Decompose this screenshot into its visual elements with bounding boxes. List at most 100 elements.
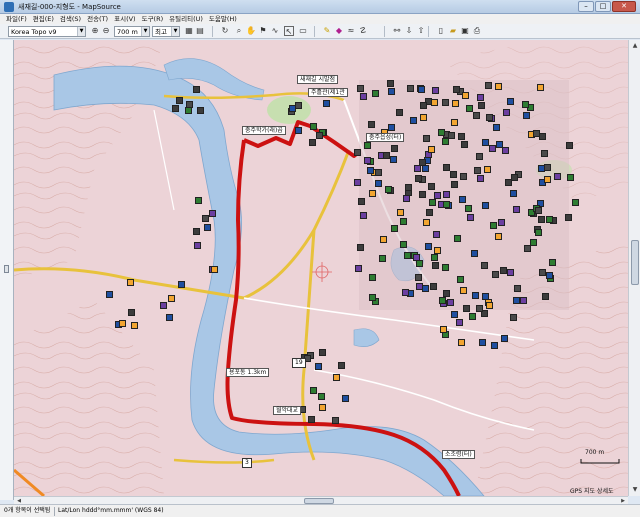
poi-icon[interactable] — [406, 85, 414, 93]
map-label-river[interactable]: 충주학가(래)곱 — [242, 126, 286, 135]
poi-icon[interactable] — [513, 206, 521, 214]
poi-icon[interactable] — [481, 262, 489, 270]
poi-icon[interactable] — [442, 290, 450, 298]
poi-icon[interactable] — [492, 270, 500, 278]
poi-icon[interactable] — [318, 404, 326, 412]
poi-icon[interactable] — [470, 249, 478, 257]
menu-search[interactable]: 검색(S) — [60, 14, 81, 24]
poi-icon[interactable] — [536, 84, 544, 92]
gps-detail-link[interactable]: GPS 지도 상세도 — [570, 486, 614, 495]
poi-icon[interactable] — [379, 254, 387, 262]
poi-icon[interactable] — [369, 189, 377, 197]
poi-icon[interactable] — [491, 342, 499, 350]
poi-icon[interactable] — [467, 214, 475, 222]
poi-icon[interactable] — [461, 141, 469, 149]
map-canvas[interactable]: 새재길 시발점 주흘관(제1관 충주학가(래)곱 충주읍성(터) 용포동 1.3… — [14, 40, 628, 496]
poi-icon[interactable] — [341, 395, 349, 403]
poi-icon[interactable] — [478, 338, 486, 346]
poi-icon[interactable] — [538, 216, 546, 224]
poi-icon[interactable] — [369, 294, 377, 301]
poi-icon[interactable] — [434, 192, 442, 200]
poi-icon[interactable] — [386, 80, 394, 88]
poi-icon[interactable] — [501, 147, 509, 155]
poi-icon[interactable] — [457, 338, 465, 346]
poi-icon[interactable] — [494, 83, 502, 91]
poi-icon[interactable] — [465, 204, 473, 212]
map-label-distance[interactable]: 용포동 1.3km — [226, 368, 270, 377]
poi-icon[interactable] — [510, 314, 518, 322]
vertical-scrollbar[interactable]: ▲ ▼ — [628, 40, 640, 496]
poi-icon[interactable] — [208, 209, 216, 217]
poi-icon[interactable] — [310, 123, 318, 131]
poi-icon[interactable] — [473, 166, 481, 174]
poi-icon[interactable] — [367, 120, 375, 128]
poi-icon[interactable] — [372, 90, 380, 98]
poi-icon[interactable] — [477, 93, 485, 101]
poi-icon[interactable] — [571, 198, 579, 206]
poi-icon[interactable] — [495, 232, 503, 240]
poi-icon[interactable] — [437, 129, 445, 137]
poi-icon[interactable] — [442, 98, 450, 106]
poi-icon[interactable] — [417, 86, 425, 94]
poi-icon[interactable] — [193, 242, 201, 250]
poi-icon[interactable] — [383, 152, 391, 160]
poi-icon[interactable] — [499, 267, 507, 275]
poi-icon[interactable] — [358, 198, 366, 206]
poi-icon[interactable] — [422, 134, 430, 142]
poi-icon[interactable] — [537, 165, 545, 173]
map-label-kiosk[interactable]: 주흘관(제1관 — [308, 88, 348, 97]
poi-icon[interactable] — [462, 91, 470, 99]
poi-icon[interactable] — [387, 124, 395, 132]
poi-icon[interactable] — [430, 253, 438, 261]
poi-icon[interactable] — [453, 234, 461, 242]
poi-icon[interactable] — [404, 251, 412, 259]
poi-icon[interactable] — [337, 362, 345, 370]
menu-view[interactable]: 표시(V) — [114, 14, 135, 24]
poi-icon[interactable] — [441, 138, 449, 146]
measure-icon[interactable]: ▭ — [298, 26, 308, 36]
highlighter-icon[interactable]: ✎ — [322, 26, 332, 36]
map-product-select[interactable]: Korea Topo v9 ▼ — [8, 26, 86, 37]
poi-icon[interactable] — [511, 174, 519, 182]
poi-icon[interactable] — [432, 87, 439, 95]
poi-icon[interactable] — [354, 179, 361, 187]
poi-icon[interactable] — [428, 145, 436, 153]
poi-icon[interactable] — [451, 180, 459, 188]
poi-icon[interactable] — [425, 242, 433, 250]
poi-icon[interactable] — [477, 174, 485, 182]
poi-icon[interactable] — [422, 165, 430, 173]
poi-icon[interactable] — [404, 184, 412, 192]
vertical-scroll-thumb[interactable] — [631, 240, 639, 285]
poi-icon[interactable] — [399, 218, 407, 226]
menu-edit[interactable]: 편집(E) — [33, 14, 54, 24]
poi-icon[interactable] — [476, 304, 484, 312]
poi-icon[interactable] — [441, 264, 449, 272]
detail-level-select[interactable]: 최고 ▼ — [152, 26, 180, 37]
poi-icon[interactable] — [459, 172, 467, 180]
poi-icon[interactable] — [356, 244, 364, 252]
poi-icon[interactable] — [452, 86, 460, 94]
poi-icon[interactable] — [380, 235, 388, 243]
poi-icon[interactable] — [498, 219, 506, 227]
hand-icon[interactable]: ✋ — [246, 26, 256, 36]
poi-icon[interactable] — [429, 282, 437, 290]
poi-icon[interactable] — [449, 171, 457, 179]
poi-icon[interactable] — [389, 155, 397, 163]
receive-icon[interactable]: ⇩ — [404, 26, 414, 36]
poi-icon[interactable] — [522, 112, 530, 120]
poi-icon[interactable] — [310, 387, 318, 395]
poi-icon[interactable] — [364, 141, 372, 149]
poi-icon[interactable] — [118, 320, 126, 328]
poi-icon[interactable] — [459, 287, 467, 295]
poi-icon[interactable] — [530, 238, 538, 246]
poi-icon[interactable] — [434, 246, 442, 254]
poi-icon[interactable] — [471, 292, 479, 300]
poi-icon[interactable] — [452, 100, 460, 108]
map-label-castle[interactable]: 충주읍성(터) — [366, 133, 405, 142]
panel-toggle[interactable] — [4, 265, 9, 273]
eraser-icon[interactable]: ◆ — [334, 26, 344, 36]
poi-icon[interactable] — [535, 229, 543, 237]
poi-icon[interactable] — [485, 113, 493, 121]
poi-icon[interactable] — [522, 100, 530, 108]
route-icon[interactable]: ∿ — [270, 26, 280, 36]
